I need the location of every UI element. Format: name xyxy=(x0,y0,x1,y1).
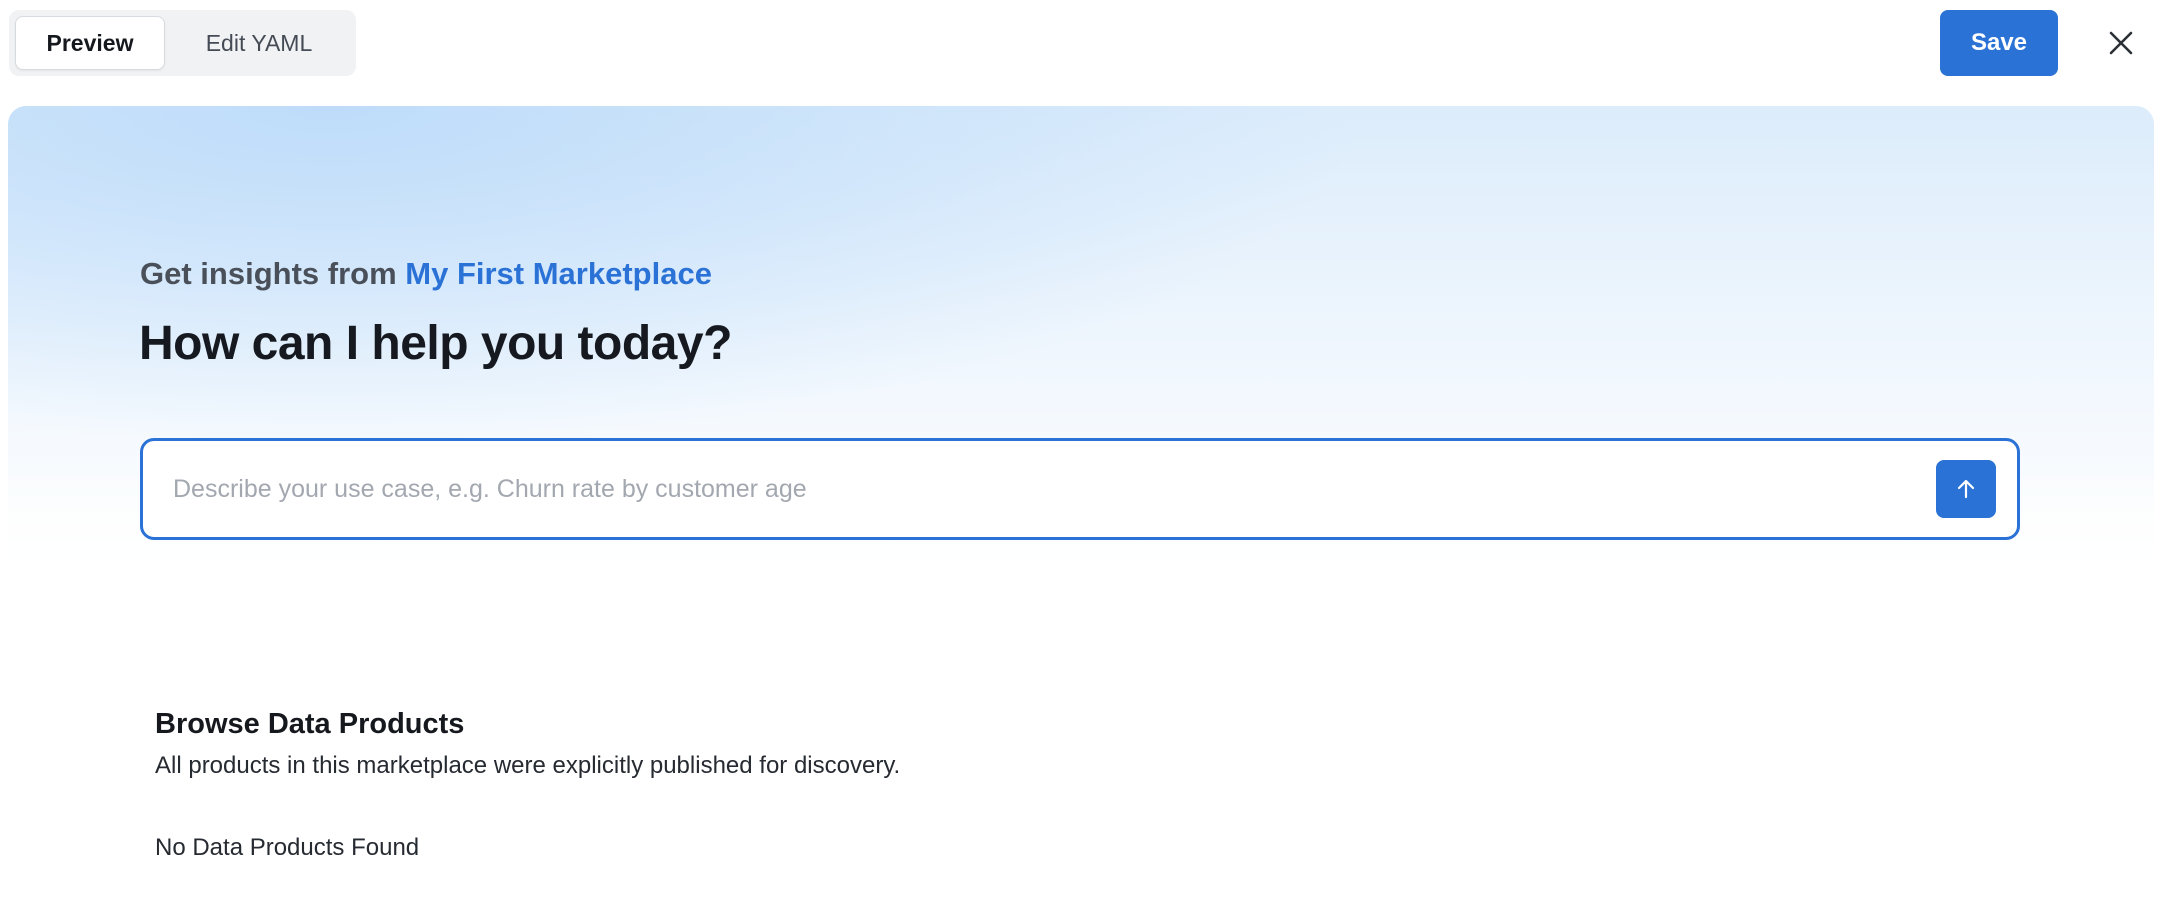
tab-edit-yaml[interactable]: Edit YAML xyxy=(169,16,349,70)
browse-section-description: All products in this marketplace were ex… xyxy=(155,752,901,779)
browse-section-title: Browse Data Products xyxy=(155,708,465,740)
tab-preview[interactable]: Preview xyxy=(15,16,165,70)
search-box xyxy=(140,438,2020,540)
view-mode-tabs: Preview Edit YAML xyxy=(9,10,356,76)
page-title: How can I help you today? xyxy=(139,317,732,370)
arrow-up-icon xyxy=(1957,479,1975,499)
close-button[interactable] xyxy=(2100,22,2142,64)
hero-subtitle: Get insights from My First Marketplace xyxy=(140,256,712,292)
submit-button[interactable] xyxy=(1936,460,1996,518)
top-bar: Preview Edit YAML Save xyxy=(0,0,2160,96)
save-button[interactable]: Save xyxy=(1940,10,2058,76)
marketplace-name[interactable]: My First Marketplace xyxy=(405,256,712,291)
subtitle-prefix: Get insights from xyxy=(140,256,397,291)
empty-state-message: No Data Products Found xyxy=(155,834,420,861)
close-icon xyxy=(2109,31,2133,55)
search-input[interactable] xyxy=(171,441,1931,537)
